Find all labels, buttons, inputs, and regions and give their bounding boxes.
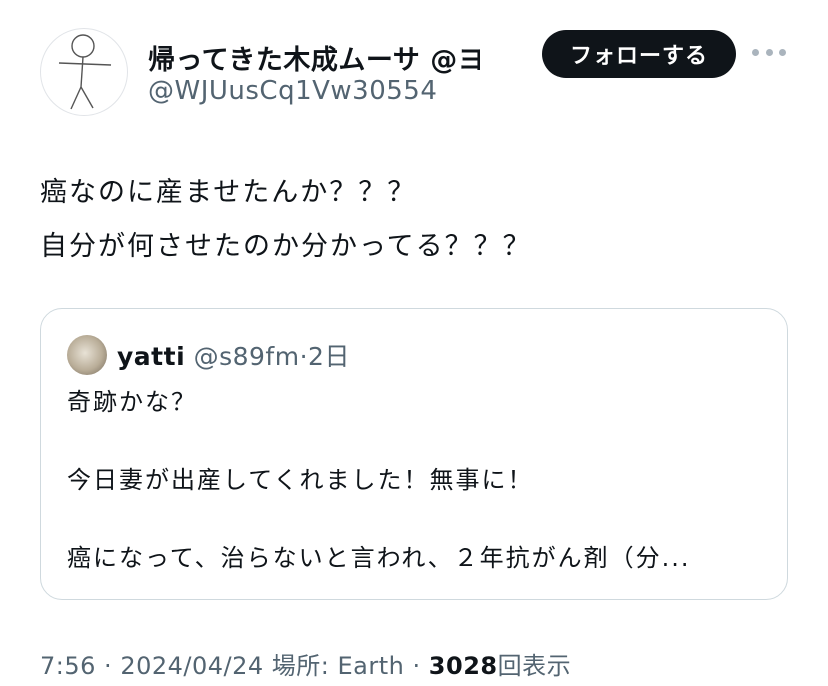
quote-line: 癌になって、治らないと言われ、２年抗がん剤（分... bbox=[67, 544, 691, 572]
tweet-text: 癌なのに産ませたんか？？？ 自分が何させたのか分かってる？？？ bbox=[40, 166, 532, 274]
author-avatar[interactable] bbox=[40, 28, 128, 116]
tweet-line: 自分が何させたのか分かってる？？？ bbox=[40, 231, 532, 262]
meta-separator: · bbox=[104, 652, 113, 680]
quote-body: 奇跡かな？ 今日妻が出産してくれました！無事に！ 癌になって、治らないと言われ、… bbox=[67, 383, 691, 578]
quote-line: 奇跡かな？ bbox=[67, 388, 197, 416]
author-handle[interactable]: @WJUusCq1Vw30554 bbox=[148, 76, 437, 106]
quote-author-handle: @s89fm bbox=[193, 342, 300, 371]
follow-button[interactable]: フォローする bbox=[542, 30, 736, 78]
author-display-name[interactable]: 帰ってきた木成ムーサ @ヨ bbox=[148, 38, 480, 77]
quoted-tweet-card[interactable]: yatti @s89fm·2日 奇跡かな？ 今日妻が出産してくれました！無事に！… bbox=[40, 308, 788, 600]
more-dots-icon[interactable] bbox=[752, 42, 786, 62]
dot bbox=[765, 48, 773, 56]
stick-figure-icon bbox=[58, 34, 112, 110]
dot bbox=[779, 48, 786, 56]
views-label: 回表示 bbox=[497, 652, 572, 680]
quote-separator: · bbox=[299, 342, 309, 371]
quote-author-name: yatti bbox=[117, 342, 186, 371]
quote-timestamp: 2日 bbox=[308, 342, 350, 371]
tweet-location: 場所: Earth bbox=[271, 652, 405, 680]
quote-header: yatti @s89fm·2日 bbox=[117, 337, 350, 373]
quote-line: 今日妻が出産してくれました！無事に！ bbox=[67, 466, 534, 494]
dot bbox=[752, 48, 759, 56]
tweet-meta: 7:56 · 2024/04/24 場所: Earth · 3028回表示 bbox=[40, 646, 571, 681]
views-count: 3028 bbox=[428, 652, 498, 680]
tweet-date[interactable]: 2024/04/24 bbox=[120, 652, 263, 680]
tweet-time[interactable]: 7:56 bbox=[40, 652, 96, 680]
quote-avatar bbox=[67, 335, 107, 375]
tweet-line: 癌なのに産ませたんか？？？ bbox=[40, 177, 417, 208]
meta-separator: · bbox=[412, 652, 421, 680]
quote-line bbox=[67, 422, 691, 461]
quote-line bbox=[67, 500, 691, 539]
